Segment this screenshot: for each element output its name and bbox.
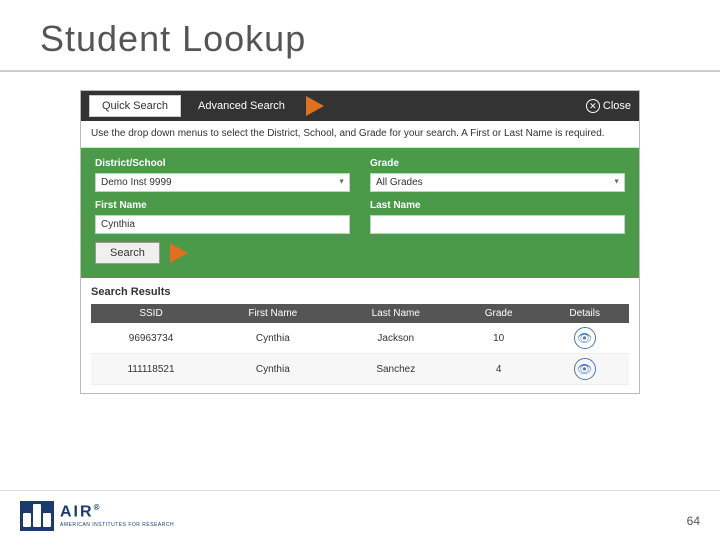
page-title: Student Lookup bbox=[40, 18, 680, 60]
eye-icon-symbol: 👁 bbox=[577, 331, 592, 345]
first-name-input[interactable] bbox=[95, 215, 350, 234]
logo-air-text: AIR® bbox=[60, 503, 174, 521]
cell-grade: 4 bbox=[457, 354, 540, 385]
lookup-panel: Quick Search Advanced Search ✕ Close Use… bbox=[80, 90, 640, 394]
district-school-group: District/School Demo Inst 9999 bbox=[95, 158, 350, 192]
footer-page-number: 64 bbox=[687, 514, 700, 528]
close-label: Close bbox=[603, 100, 631, 112]
close-circle-icon: ✕ bbox=[586, 99, 600, 113]
cell-first-name: Cynthia bbox=[211, 354, 335, 385]
logo-box bbox=[20, 501, 54, 531]
cell-grade: 10 bbox=[457, 323, 540, 354]
cell-ssid: 111118521 bbox=[91, 354, 211, 385]
col-first-name: First Name bbox=[211, 304, 335, 323]
last-name-label: Last Name bbox=[370, 200, 625, 211]
page-footer: AIR® AMERICAN INSTITUTES FOR RESEARCH 64 bbox=[0, 490, 720, 540]
tab-arrow-icon bbox=[306, 96, 324, 116]
field-row-1: District/School Demo Inst 9999 Grade All… bbox=[95, 158, 625, 192]
results-title: Search Results bbox=[91, 286, 629, 298]
logo-subtitle: AMERICAN INSTITUTES FOR RESEARCH bbox=[60, 522, 174, 528]
table-row: 111118521 Cynthia Sanchez 4 👁 bbox=[91, 354, 629, 385]
results-table: SSID First Name Last Name Grade Details … bbox=[91, 304, 629, 385]
tab-quick-search[interactable]: Quick Search bbox=[89, 95, 181, 117]
tab-advanced-search[interactable]: Advanced Search bbox=[185, 95, 298, 117]
eye-icon-symbol: 👁 bbox=[577, 362, 592, 376]
cell-ssid: 96963734 bbox=[91, 323, 211, 354]
district-school-select[interactable]: Demo Inst 9999 bbox=[95, 173, 350, 192]
last-name-input[interactable] bbox=[370, 215, 625, 234]
search-arrow-icon bbox=[170, 243, 188, 263]
district-school-select-wrapper: Demo Inst 9999 bbox=[95, 172, 350, 192]
details-icon[interactable]: 👁 bbox=[574, 327, 596, 349]
col-last-name: Last Name bbox=[335, 304, 457, 323]
col-details: Details bbox=[540, 304, 629, 323]
field-row-2: First Name Last Name bbox=[95, 200, 625, 234]
cell-details: 👁 bbox=[540, 323, 629, 354]
tab-bar: Quick Search Advanced Search ✕ Close bbox=[81, 91, 639, 121]
cell-last-name: Jackson bbox=[335, 323, 457, 354]
last-name-group: Last Name bbox=[370, 200, 625, 234]
grade-group: Grade All Grades bbox=[370, 158, 625, 192]
search-btn-row: Search bbox=[95, 242, 625, 264]
first-name-label: First Name bbox=[95, 200, 350, 211]
close-button[interactable]: ✕ Close bbox=[586, 99, 631, 113]
results-header-row: SSID First Name Last Name Grade Details bbox=[91, 304, 629, 323]
district-school-label: District/School bbox=[95, 158, 350, 169]
grade-label: Grade bbox=[370, 158, 625, 169]
cell-first-name: Cynthia bbox=[211, 323, 335, 354]
details-icon[interactable]: 👁 bbox=[574, 358, 596, 380]
search-button[interactable]: Search bbox=[95, 242, 160, 264]
logo-text-group: AIR® AMERICAN INSTITUTES FOR RESEARCH bbox=[60, 503, 174, 527]
col-grade: Grade bbox=[457, 304, 540, 323]
cell-last-name: Sanchez bbox=[335, 354, 457, 385]
footer-logo: AIR® AMERICAN INSTITUTES FOR RESEARCH bbox=[20, 501, 174, 531]
table-row: 96963734 Cynthia Jackson 10 👁 bbox=[91, 323, 629, 354]
col-ssid: SSID bbox=[91, 304, 211, 323]
first-name-group: First Name bbox=[95, 200, 350, 234]
grade-select-wrapper: All Grades bbox=[370, 172, 625, 192]
cell-details: 👁 bbox=[540, 354, 629, 385]
page-header: Student Lookup bbox=[0, 0, 720, 72]
search-section: District/School Demo Inst 9999 Grade All… bbox=[81, 148, 639, 278]
info-text: Use the drop down menus to select the Di… bbox=[81, 121, 639, 148]
grade-select[interactable]: All Grades bbox=[370, 173, 625, 192]
results-section: Search Results SSID First Name Last Name… bbox=[81, 278, 639, 393]
main-content: Quick Search Advanced Search ✕ Close Use… bbox=[0, 72, 720, 404]
